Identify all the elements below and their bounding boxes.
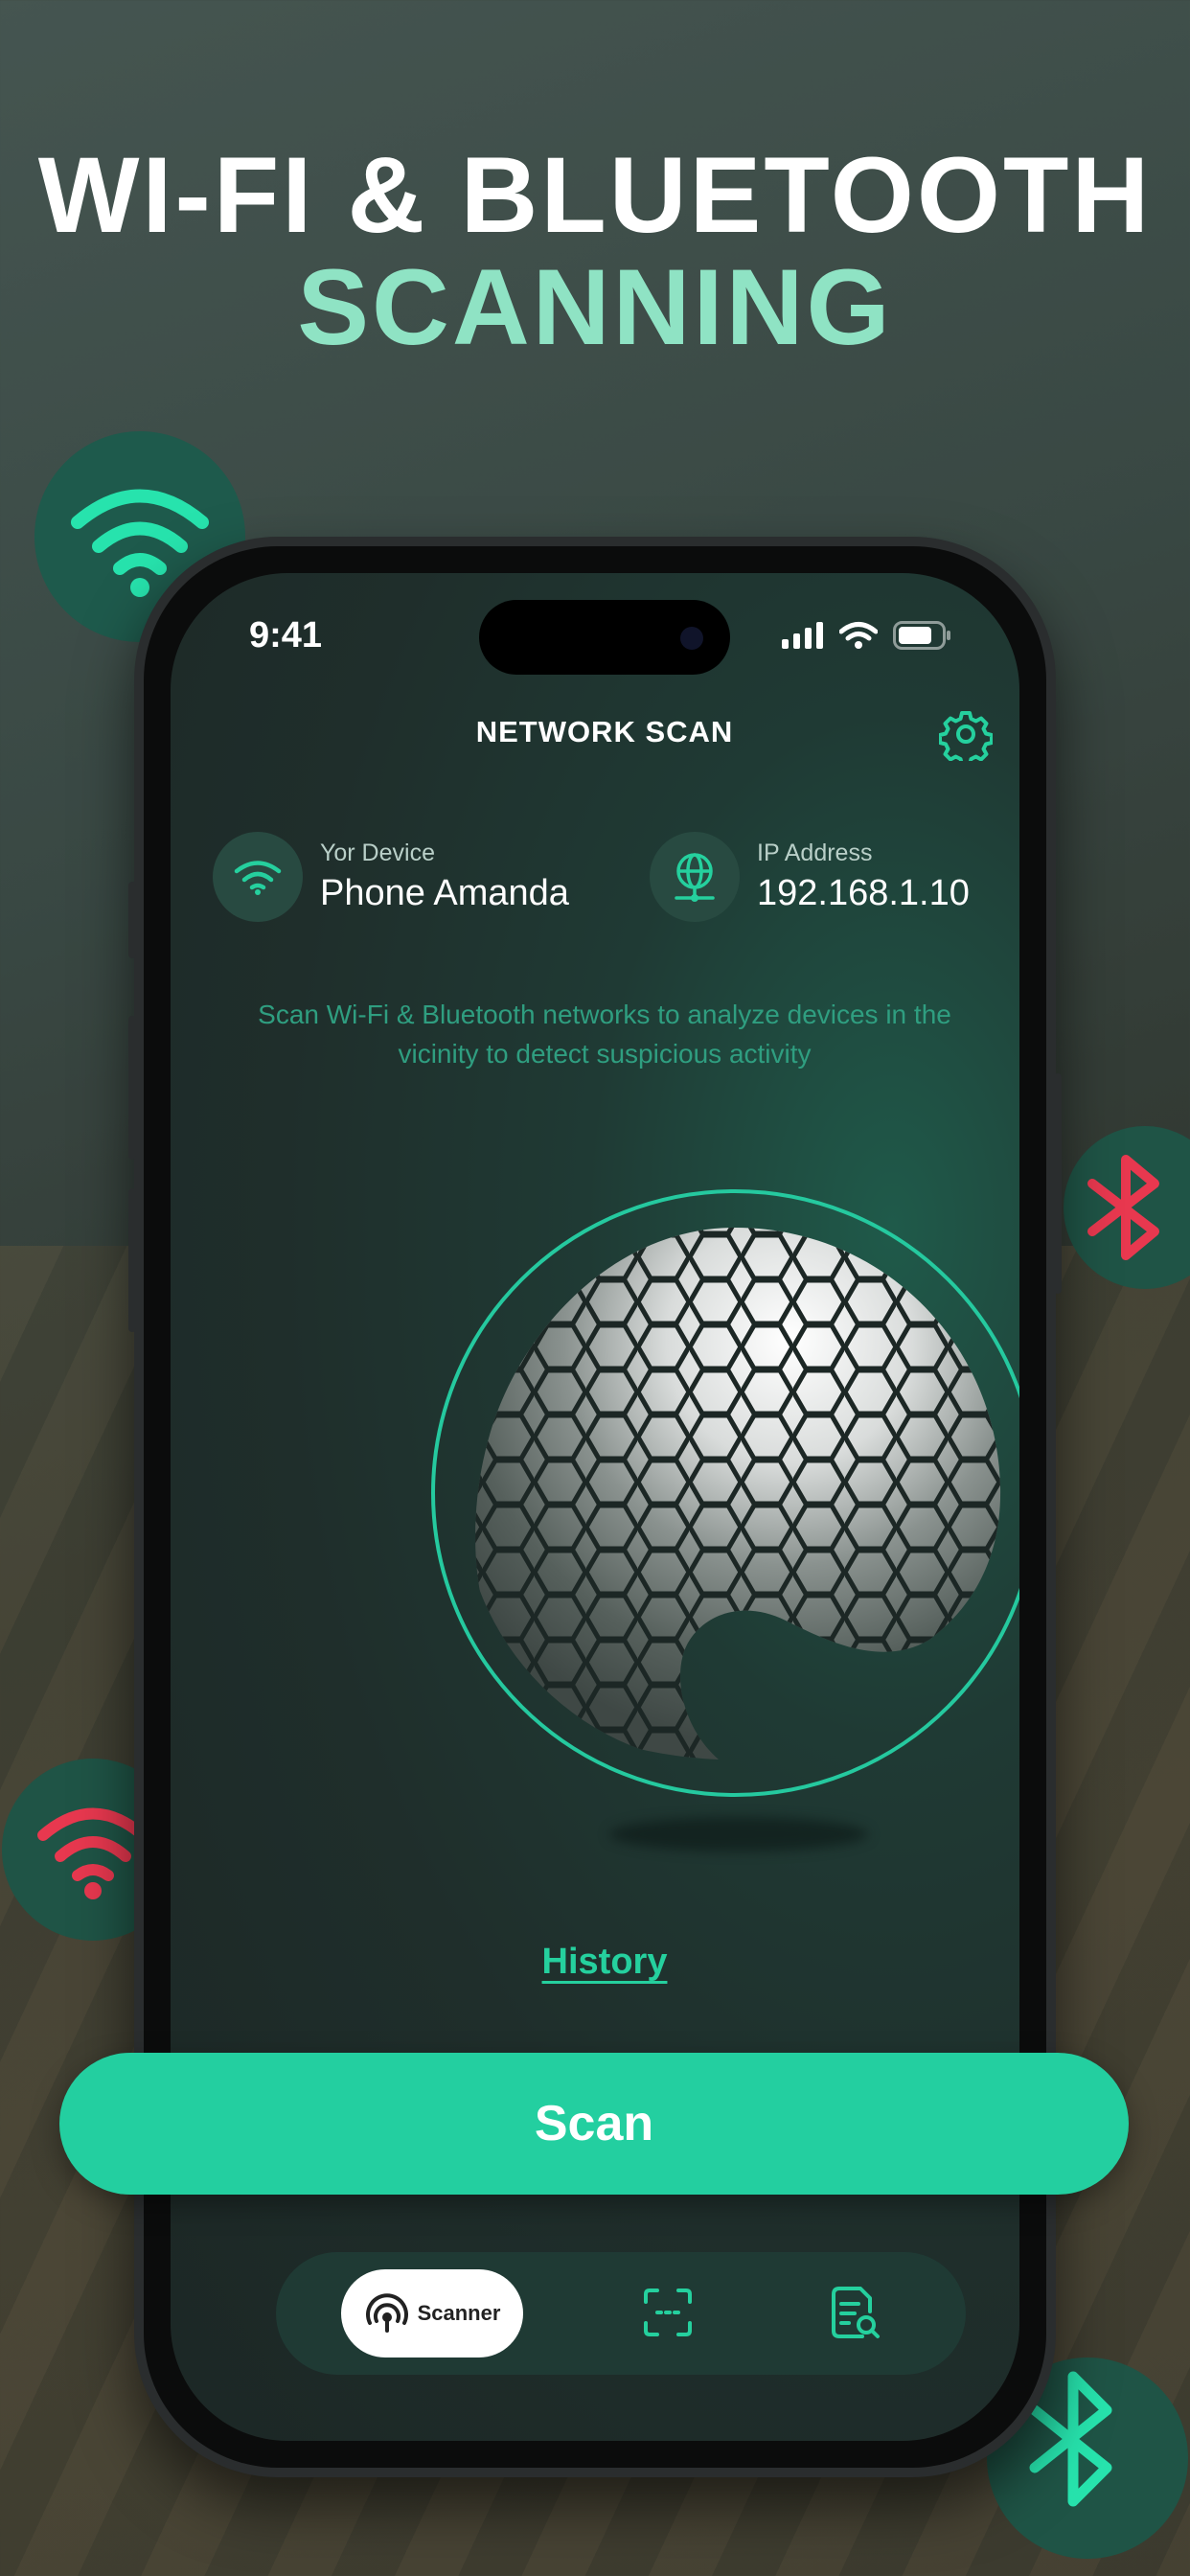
- wifi-status-icon: [839, 622, 878, 649]
- document-search-icon[interactable]: [830, 2287, 881, 2347]
- status-icons: [782, 621, 952, 650]
- page-title: NETWORK SCAN: [475, 715, 734, 748]
- battery-icon: [893, 621, 950, 650]
- headline-line1: WI-FI & BLUETOOTH: [37, 135, 1153, 255]
- scan-description: Scan Wi-Fi & Bluetooth networks to analy…: [258, 1000, 951, 1069]
- device-info-card: Yor Device Phone Amanda: [213, 832, 569, 922]
- ip-value: 192.168.1.10: [757, 873, 970, 913]
- status-time: 9:41: [249, 615, 323, 656]
- phone-volume-down: [128, 1188, 136, 1332]
- tab-scanner-label: Scanner: [417, 2301, 501, 2325]
- signal-icon: [782, 622, 823, 649]
- wifi-icon: [213, 832, 303, 922]
- headline-line2: SCANNING: [297, 247, 893, 367]
- scan-frame-icon[interactable]: [642, 2287, 694, 2343]
- gear-icon[interactable]: [938, 707, 994, 767]
- ip-label: IP Address: [757, 840, 873, 866]
- tab-scanner[interactable]: Scanner: [341, 2269, 523, 2358]
- tab-bar: Scanner: [276, 2252, 966, 2375]
- scan-button[interactable]: Scan: [59, 2053, 1129, 2195]
- camera-icon: [680, 627, 703, 650]
- bluetooth-bubble-icon: [1064, 1126, 1190, 1289]
- phone-power-button: [1054, 1073, 1062, 1294]
- globe-network-icon: [650, 832, 740, 922]
- phone-side-button: [128, 882, 136, 958]
- history-link[interactable]: History: [171, 1942, 1019, 1983]
- hex-globe-illustration: [475, 1228, 1001, 1760]
- globe-shadow: [609, 1817, 868, 1852]
- device-label: Yor Device: [320, 840, 435, 866]
- device-name: Phone Amanda: [320, 873, 569, 913]
- radar-icon: [365, 2293, 408, 2333]
- ip-info-card: IP Address 192.168.1.10: [650, 832, 970, 922]
- phone-volume-up: [128, 1016, 136, 1160]
